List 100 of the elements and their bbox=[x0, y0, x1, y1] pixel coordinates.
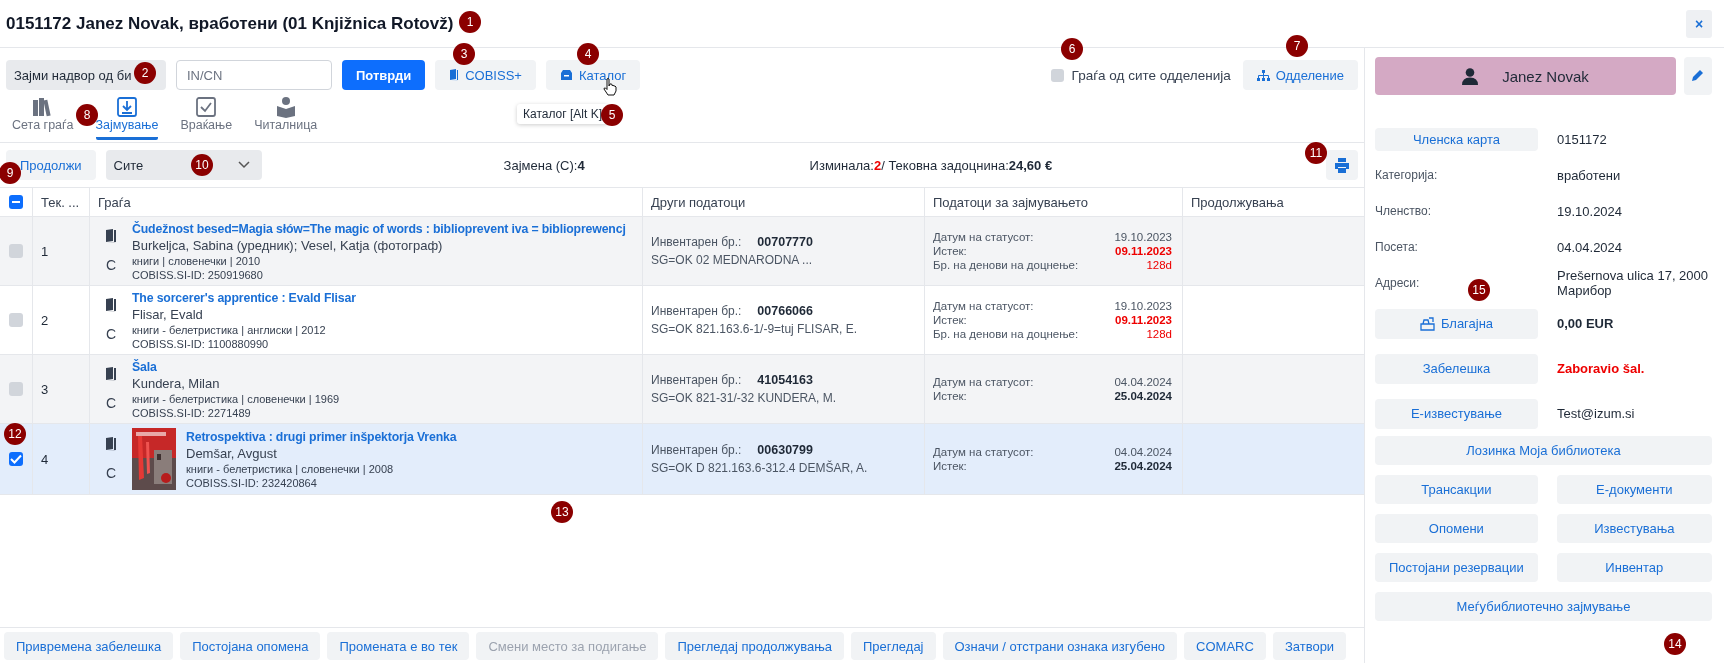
member-action-button[interactable]: Е-документи bbox=[1556, 475, 1712, 504]
tab[interactable]: Сета граѓа bbox=[12, 96, 74, 140]
author: Flisar, Evald bbox=[132, 306, 204, 322]
loan-value: 09.11.2023 bbox=[1115, 245, 1172, 257]
close-button[interactable]: × bbox=[1686, 9, 1712, 38]
person-icon bbox=[1462, 67, 1479, 85]
loan-value: 25.04.2024 bbox=[1114, 390, 1172, 402]
member-action-button[interactable]: Опомени bbox=[1375, 514, 1538, 543]
callout-badge: 9 bbox=[0, 162, 21, 184]
select-all-checkbox[interactable] bbox=[9, 195, 23, 209]
book-title-link[interactable]: Čudežnost besed=Magia słów=The magic of words : biblioprevent iva = biblioprewencj bbox=[132, 221, 626, 236]
callout-badge: 6 bbox=[1061, 38, 1083, 60]
footer-button[interactable]: COMARC bbox=[1184, 632, 1266, 660]
member-action-button[interactable]: Трансакции bbox=[1375, 475, 1538, 504]
loan-label: Датум на статусот: bbox=[933, 231, 1034, 243]
hand-cursor-icon bbox=[603, 78, 617, 96]
cobiss-button[interactable]: COBISS+ bbox=[435, 60, 536, 90]
tab[interactable]: Враќање bbox=[180, 96, 233, 140]
field-value: Prešernova ulica 17, 2000 Марибор bbox=[1557, 268, 1710, 298]
inventory-number: 41054163 bbox=[757, 373, 813, 387]
footer-button[interactable]: Привремена забелешка bbox=[4, 632, 174, 660]
loan-label: Датум на статусот: bbox=[933, 300, 1034, 312]
book-icon bbox=[449, 69, 460, 81]
row-checkbox[interactable] bbox=[9, 452, 23, 466]
footer-button[interactable]: Означи / отстрани ознака изгубено bbox=[942, 632, 1178, 660]
signature: SG=OK D 821.163.6-312.4 DEMŠAR, A. bbox=[651, 461, 868, 475]
column-header: Податоци за зајмувањето bbox=[933, 194, 1089, 210]
tab[interactable]: Читалница bbox=[254, 96, 318, 140]
field-value: 0151172 bbox=[1557, 131, 1608, 147]
user-button[interactable]: Janez Novak bbox=[1375, 57, 1676, 95]
member-action-button[interactable]: Известувања bbox=[1556, 514, 1712, 543]
book-title-link[interactable]: The sorcerer's apprentice : Evald Flisar bbox=[132, 290, 356, 305]
callout-badge: 14 bbox=[1664, 633, 1686, 655]
column-header: Тек. ... bbox=[41, 194, 80, 210]
book-title-link[interactable]: Retrospektiva : drugi primer inšpektorja Vrenka bbox=[186, 429, 457, 444]
member-button[interactable]: Членска карта bbox=[1375, 127, 1538, 151]
book-details: книги - белетристика | словенечки | 1969 bbox=[132, 392, 340, 405]
callout-badge: 5 bbox=[601, 104, 623, 126]
checkbox[interactable] bbox=[1050, 68, 1064, 82]
loan-value: 04.04.2024 bbox=[1114, 376, 1172, 388]
department-button[interactable]: Одделение bbox=[1242, 60, 1358, 90]
callout-badge: 11 bbox=[1305, 142, 1327, 164]
footer-button[interactable]: Постојана опомена bbox=[180, 632, 321, 660]
row-checkbox[interactable] bbox=[9, 382, 23, 396]
callout-badge: 7 bbox=[1286, 35, 1308, 57]
cobiss-id: COBISS.SI-ID: 250919680 bbox=[132, 268, 264, 281]
drawer-icon bbox=[559, 69, 573, 81]
loan-value: 25.04.2024 bbox=[1114, 460, 1172, 472]
member-action-button[interactable]: Инвентар bbox=[1556, 553, 1712, 582]
loan-label: Бр. на денови на доцнење: bbox=[933, 328, 1079, 340]
member-button[interactable]: Благајна bbox=[1375, 308, 1538, 339]
footer-button[interactable]: Прегледај bbox=[851, 632, 936, 660]
book-icon bbox=[105, 437, 117, 451]
row-checkbox[interactable] bbox=[9, 313, 23, 327]
row-checkbox[interactable] bbox=[9, 244, 23, 258]
pencil-icon bbox=[1692, 68, 1704, 81]
loan-label: Истек: bbox=[933, 390, 967, 402]
row-number: 2 bbox=[41, 312, 49, 328]
material-type: C bbox=[105, 257, 117, 273]
catalog-button[interactable]: Каталог bbox=[545, 60, 641, 90]
member-action-button[interactable]: Лозинка Моја библиотека bbox=[1375, 436, 1712, 465]
edit-button[interactable] bbox=[1684, 57, 1712, 95]
hierarchy-icon bbox=[1256, 69, 1270, 81]
member-button[interactable]: Е-известување bbox=[1375, 398, 1538, 429]
loan-value: 128d bbox=[1146, 259, 1172, 271]
overdue-label: Изминала: bbox=[809, 157, 874, 173]
column-header: Граѓа bbox=[98, 194, 131, 210]
footer-button[interactable]: Промената е во тек bbox=[327, 632, 470, 660]
field-value: Test@izum.si bbox=[1557, 406, 1636, 421]
book-icon bbox=[105, 229, 117, 243]
book-icon bbox=[105, 298, 117, 312]
inventory-number: 00630799 bbox=[757, 443, 813, 457]
cobiss-id: COBISS.SI-ID: 232420864 bbox=[186, 476, 318, 489]
book-icon bbox=[105, 367, 117, 381]
field-value: Zaboravio šal. bbox=[1557, 361, 1646, 376]
loan-label: Датум на статусот: bbox=[933, 376, 1034, 388]
member-action-button[interactable]: Постојани резервации bbox=[1375, 553, 1538, 582]
loan-value: 04.04.2024 bbox=[1114, 446, 1172, 458]
field-label: Категорија: bbox=[1375, 168, 1438, 182]
loan-value: 19.10.2023 bbox=[1114, 231, 1172, 243]
chevron-down-icon bbox=[237, 161, 250, 169]
book-details: книги - белетристика | словенечки | 2008 bbox=[186, 462, 395, 475]
member-action-button[interactable]: Меѓубиблиотечно зајмување bbox=[1375, 592, 1712, 621]
inventory-label: Инвентарен бр.: bbox=[651, 235, 742, 249]
footer-button[interactable]: Прегледај продолжувања bbox=[665, 632, 844, 660]
material-type: C bbox=[105, 395, 117, 411]
callout-badge: 13 bbox=[551, 501, 573, 523]
print-button[interactable] bbox=[1326, 150, 1358, 180]
debt-label: / Тековна задоцнина: bbox=[881, 157, 1009, 173]
input-field[interactable]: IN/CN bbox=[176, 60, 332, 90]
inventory-label: Инвентарен бр.: bbox=[651, 443, 742, 457]
member-button[interactable]: Забелешка bbox=[1375, 353, 1538, 384]
inventory-label: Инвентарен бр.: bbox=[651, 373, 742, 387]
book-title-link[interactable]: Šala bbox=[132, 359, 340, 374]
checkmark-icon bbox=[195, 96, 218, 118]
loaned-count: 4 bbox=[577, 157, 585, 173]
loan-label: Истек: bbox=[933, 314, 967, 326]
loan-label: Бр. на денови на доцнење: bbox=[933, 259, 1079, 271]
confirm-button[interactable]: Потврди bbox=[342, 60, 426, 90]
footer-button[interactable]: Затвори bbox=[1272, 632, 1347, 660]
